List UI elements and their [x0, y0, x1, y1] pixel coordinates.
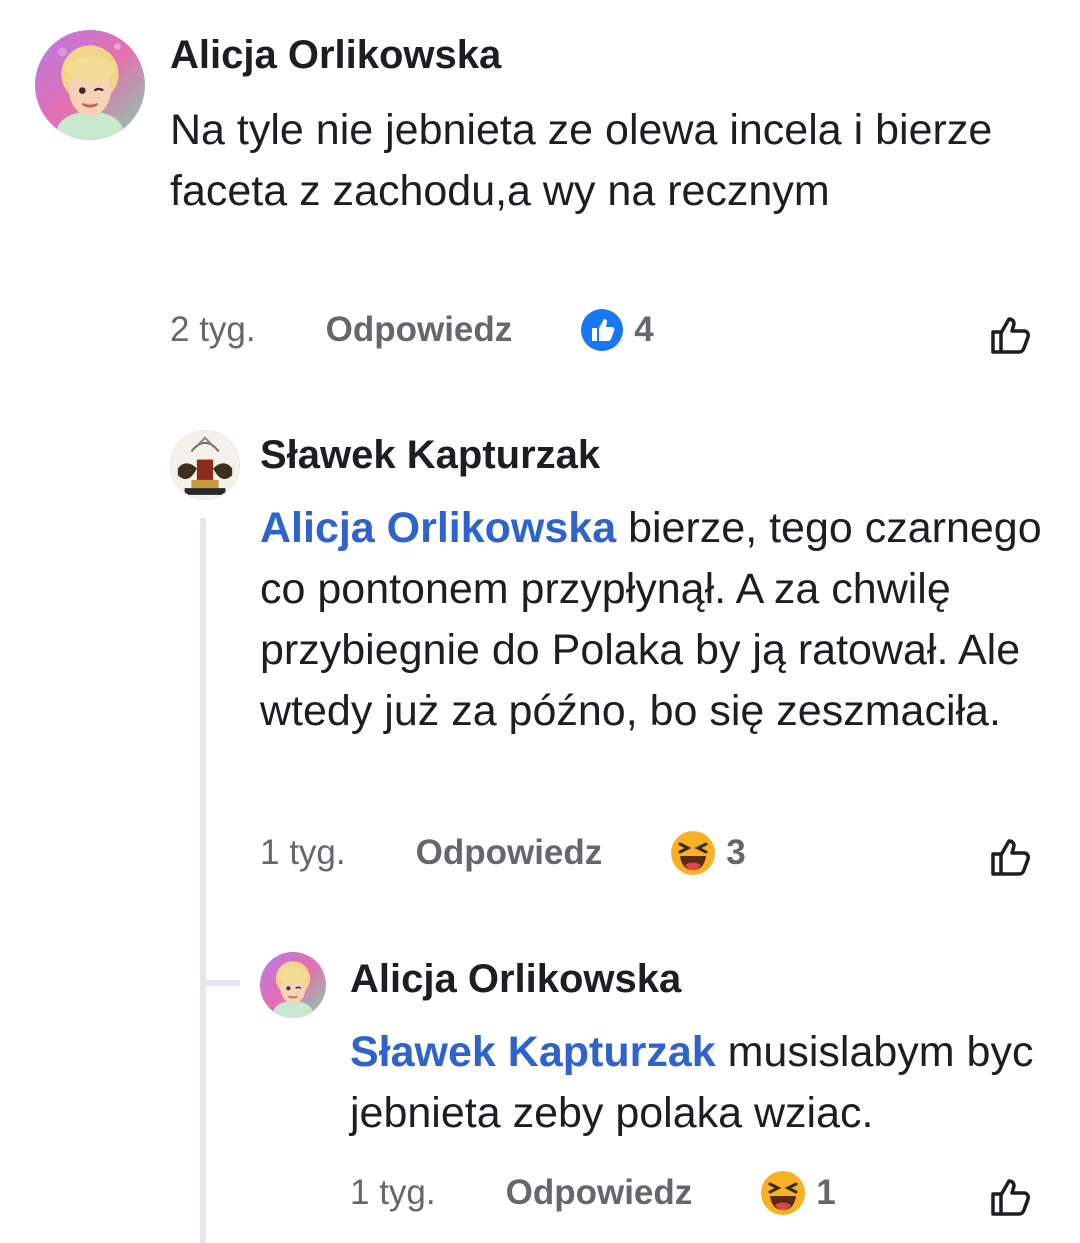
- haha-reaction-icon: [761, 1171, 806, 1215]
- like-reaction-icon: [581, 309, 624, 351]
- comment-author[interactable]: Alicja Orlikowska: [350, 957, 681, 1002]
- mention-link[interactable]: Alicja Orlikowska: [260, 504, 616, 552]
- comment-alicja-1: Alicja Orlikowska Na tyle nie jebnieta z…: [0, 0, 1080, 380]
- reply-button[interactable]: Odpowiedz: [326, 310, 513, 350]
- comment-meta: 2 tyg. Odpowiedz 4: [170, 308, 654, 352]
- comment-body: Sławek Kapturzak musislabym byc jebnieta…: [350, 1022, 1060, 1144]
- haha-reaction-icon: [671, 831, 716, 875]
- comment-timestamp[interactable]: 2 tyg.: [170, 310, 256, 350]
- like-button-icon[interactable]: [988, 834, 1034, 880]
- reaction-summary[interactable]: 4: [580, 308, 654, 352]
- avatar-alicja[interactable]: [35, 30, 145, 140]
- comment-meta: 1 tyg. Odpowiedz 3: [260, 830, 746, 876]
- avatar-slawek[interactable]: [170, 430, 240, 500]
- avatar-alicja-image: [260, 952, 326, 1018]
- reaction-summary[interactable]: 1: [760, 1170, 836, 1216]
- reaction-summary[interactable]: 3: [670, 830, 746, 876]
- comment-timestamp[interactable]: 1 tyg.: [260, 833, 346, 873]
- avatar-alicja[interactable]: [260, 952, 326, 1018]
- comment-timestamp[interactable]: 1 tyg.: [350, 1173, 436, 1213]
- comment-text: Na tyle nie jebnieta ze olewa incela i b…: [170, 106, 993, 215]
- reply-button[interactable]: Odpowiedz: [416, 833, 603, 873]
- comment-meta: 1 tyg. Odpowiedz 1: [350, 1170, 836, 1216]
- avatar-slawek-image: [171, 431, 239, 499]
- comment-author[interactable]: Sławek Kapturzak: [260, 433, 600, 478]
- comment-alicja-2: Alicja Orlikowska Sławek Kapturzak musis…: [0, 925, 1080, 1243]
- reaction-count: 4: [634, 310, 654, 349]
- reaction-count: 1: [816, 1173, 836, 1212]
- like-button-icon[interactable]: [988, 1174, 1034, 1220]
- mention-link[interactable]: Sławek Kapturzak: [350, 1028, 716, 1076]
- reaction-count: 3: [726, 833, 746, 872]
- comment-body: Alicja Orlikowska bierze, tego czarnego …: [260, 498, 1050, 742]
- comment-slawek: Sławek Kapturzak Alicja Orlikowska bierz…: [0, 400, 1080, 920]
- like-button-icon[interactable]: [988, 312, 1034, 358]
- comment-author[interactable]: Alicja Orlikowska: [170, 33, 501, 78]
- avatar-alicja-image: [35, 30, 145, 140]
- reply-button[interactable]: Odpowiedz: [506, 1173, 693, 1213]
